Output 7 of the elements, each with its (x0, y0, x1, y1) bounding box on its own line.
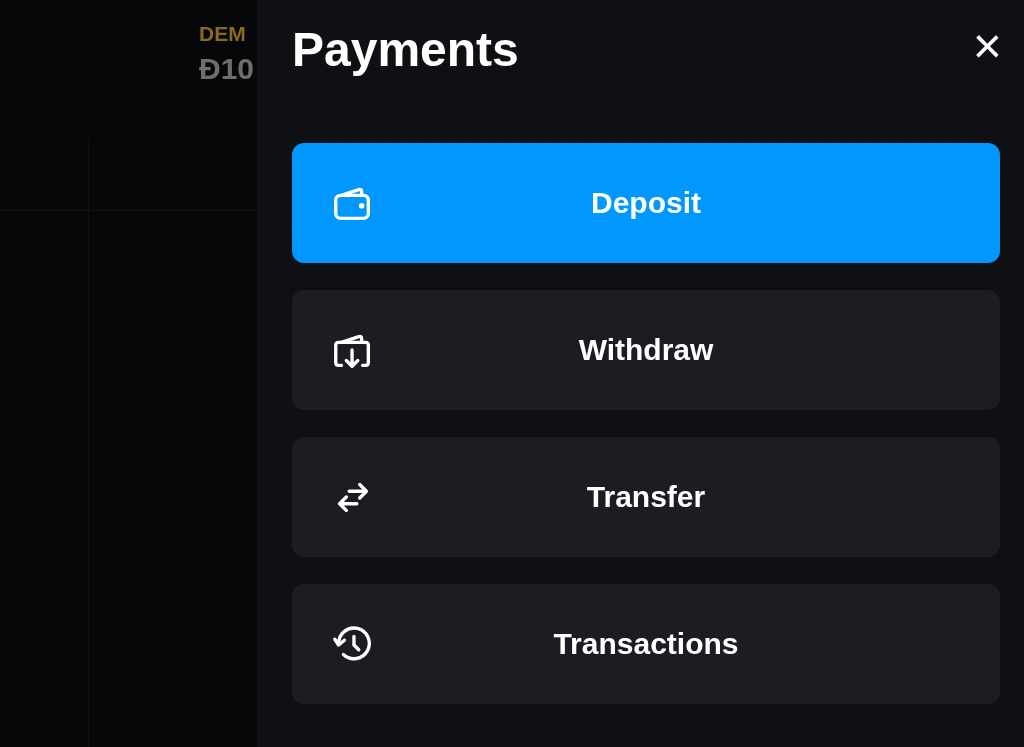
balance: Đ10 (199, 52, 256, 86)
payment-option[interactable]: Transfer (292, 437, 1000, 557)
panel-title: Payments (292, 21, 519, 77)
close-button[interactable]: × (972, 21, 1002, 77)
payment-option[interactable]: Transactions (292, 584, 1000, 704)
payment-option[interactable]: Withdraw (292, 290, 1000, 410)
account-label: DEM (199, 22, 247, 46)
